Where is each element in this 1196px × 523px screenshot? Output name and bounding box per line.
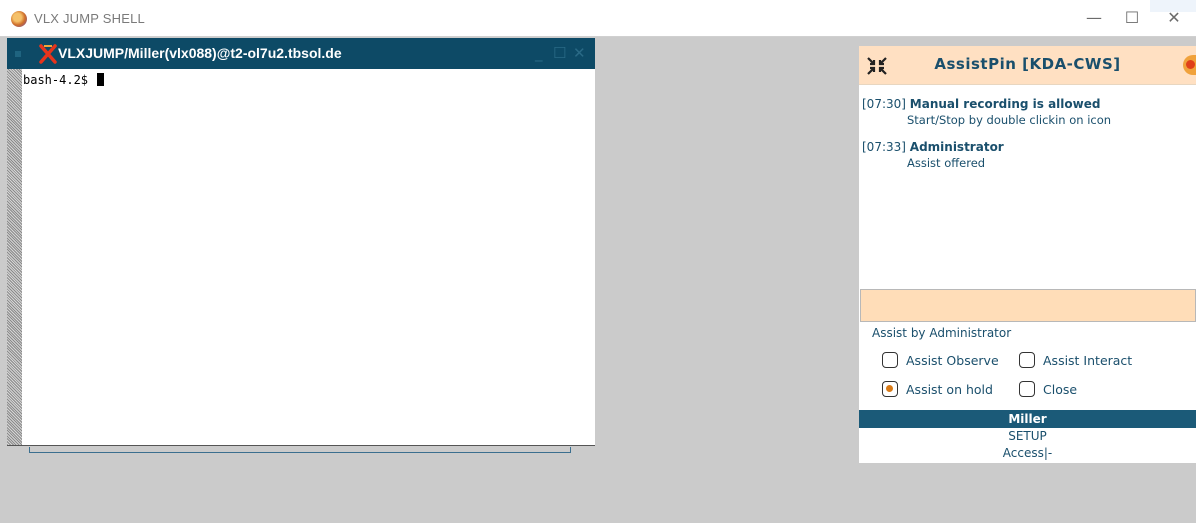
assist-on-hold-radio[interactable] xyxy=(882,381,898,397)
log-item: [07:30] Manual recording is allowed xyxy=(862,97,1100,111)
assistpin-log: [07:30] Manual recording is allowed Star… xyxy=(859,84,1196,289)
log-item: [07:33] Administrator xyxy=(862,140,1004,154)
terminal-horizontal-scrollbar[interactable] xyxy=(7,445,595,454)
log-detail: Start/Stop by double clickin on icon xyxy=(907,113,1112,127)
terminal-prompt-line: bash-4.2$ xyxy=(23,73,105,87)
terminal-window: VLXJUMP/Miller(vlx088)@t2-ol7u2.tbsol.de… xyxy=(7,38,595,454)
message-input[interactable] xyxy=(860,289,1196,322)
log-time: [07:33] xyxy=(862,140,906,154)
assist-on-hold-label: Assist on hold xyxy=(906,382,993,397)
window-maximize-button[interactable]: ☐ xyxy=(1112,5,1152,31)
close-checkbox[interactable] xyxy=(1019,381,1035,397)
assist-observe-label: Assist Observe xyxy=(906,353,999,368)
setup-link[interactable]: SETUP xyxy=(859,429,1196,443)
window-close-button[interactable]: ✕ xyxy=(1154,5,1194,31)
app-logo-icon xyxy=(11,11,27,27)
assistpin-header: AssistPin [KDA-CWS] xyxy=(859,46,1196,84)
close-label: Close xyxy=(1043,382,1078,397)
window-minimize-button[interactable]: — xyxy=(1074,5,1114,31)
assistpin-title: AssistPin [KDA-CWS] xyxy=(934,55,1121,73)
options-label: Assist by Administrator xyxy=(872,326,1012,340)
shell-prompt: bash-4.2$ xyxy=(23,73,96,87)
text-cursor xyxy=(97,73,105,86)
terminal-titlebar[interactable]: VLXJUMP/Miller(vlx088)@t2-ol7u2.tbsol.de… xyxy=(7,38,595,69)
vlx-x-icon xyxy=(39,44,57,64)
access-link[interactable]: Access|- xyxy=(859,446,1196,460)
terminal-minimize-button[interactable]: _ xyxy=(535,44,543,62)
assist-interact-checkbox[interactable] xyxy=(1019,352,1035,368)
log-heading: Administrator xyxy=(909,140,1004,154)
log-time: [07:30] xyxy=(862,97,906,111)
terminal-title: VLXJUMP/Miller(vlx088)@t2-ol7u2.tbsol.de xyxy=(58,45,342,61)
terminal-vertical-scrollbar[interactable] xyxy=(7,69,23,445)
window-titlebar: VLX JUMP SHELL — ☐ ✕ xyxy=(0,0,1196,37)
terminal-maximize-button[interactable]: ☐ xyxy=(553,44,566,62)
scrollbar-thumb[interactable] xyxy=(29,447,571,453)
log-heading: Manual recording is allowed xyxy=(909,97,1101,111)
terminal-screen[interactable]: bash-4.2$ xyxy=(22,69,595,445)
record-badge-icon[interactable] xyxy=(1183,55,1196,75)
terminal-body: bash-4.2$ xyxy=(7,69,595,454)
assistpin-panel: AssistPin [KDA-CWS] [07:30] Manual recor… xyxy=(859,46,1196,463)
log-detail: Assist offered xyxy=(907,156,986,170)
window-title: VLX JUMP SHELL xyxy=(34,11,145,26)
terminal-menu-icon[interactable] xyxy=(15,51,21,57)
assist-observe-checkbox[interactable] xyxy=(882,352,898,368)
current-user: Miller xyxy=(859,410,1196,428)
terminal-close-button[interactable]: ✕ xyxy=(573,44,586,62)
assist-interact-label: Assist Interact xyxy=(1043,353,1133,368)
